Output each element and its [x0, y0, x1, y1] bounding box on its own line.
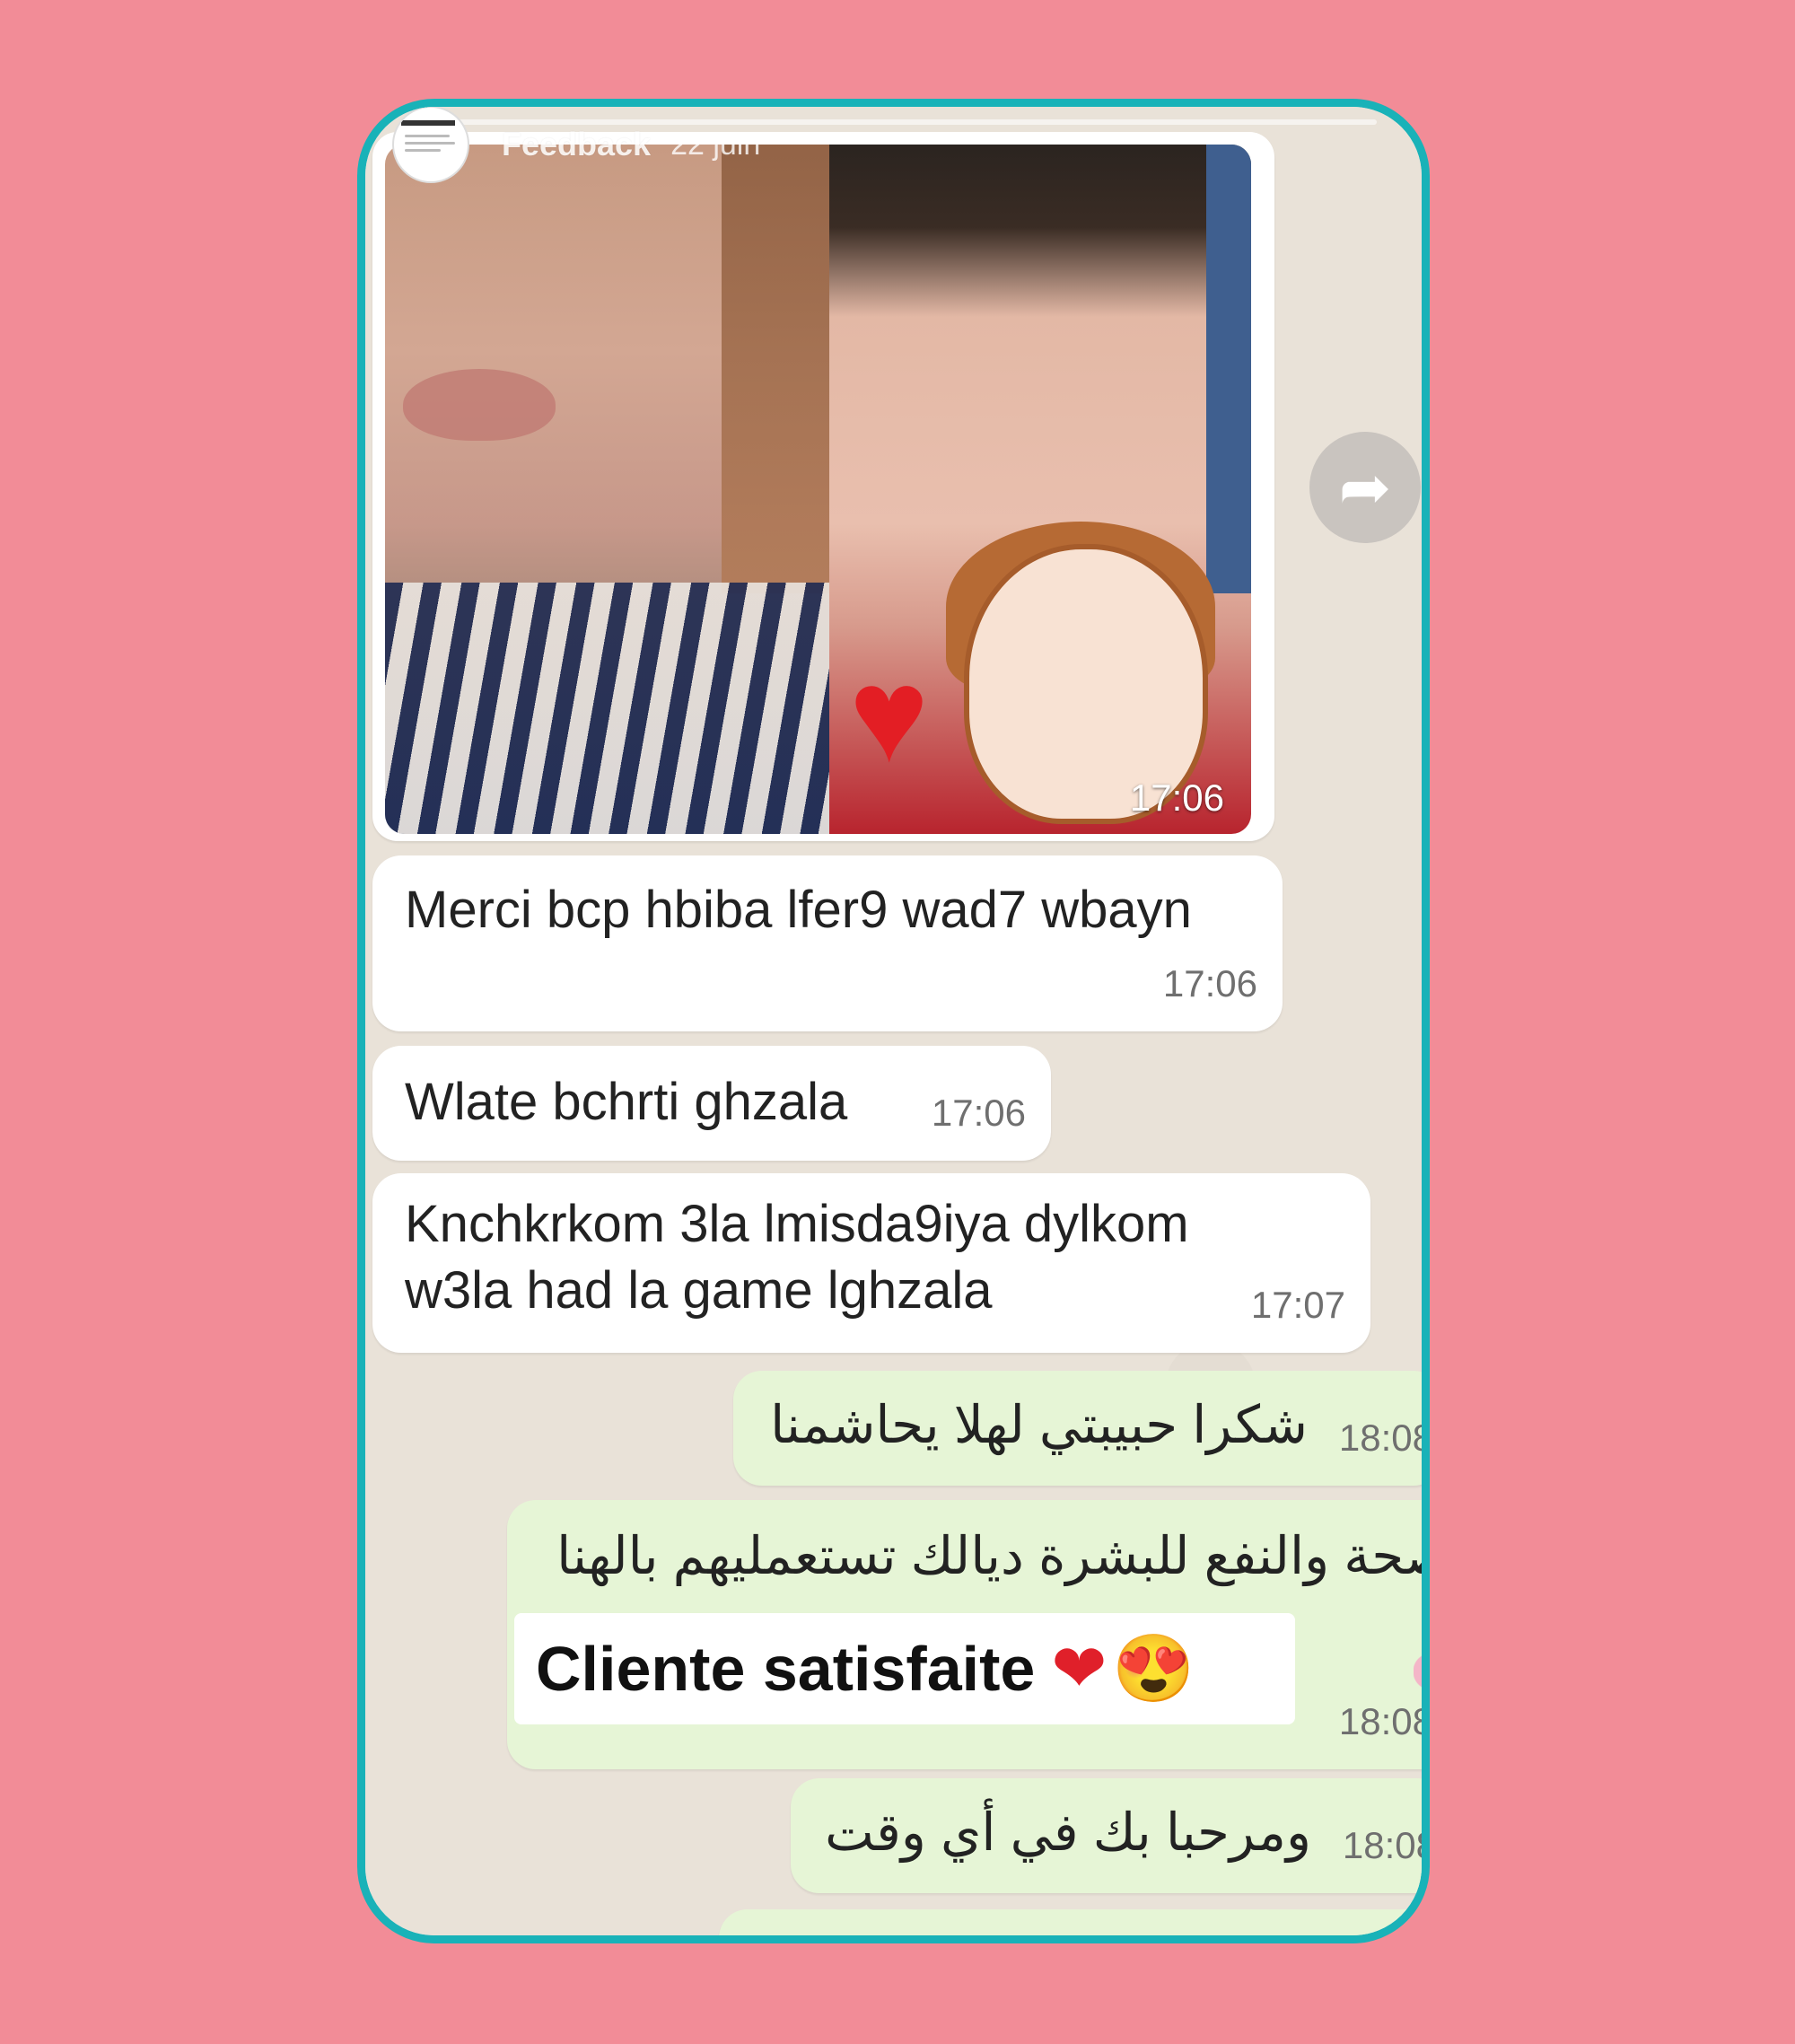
- message-time: 17:07: [1250, 1284, 1345, 1326]
- message-text-line2: w3la had la game lghzala: [405, 1261, 993, 1320]
- message-out-3[interactable]: ومرحبا بك في أي وقت 18:08: [791, 1778, 1430, 1893]
- message-in-3[interactable]: Knchkrkom 3la lmisda9iya dylkom w3la had…: [372, 1173, 1370, 1353]
- message-time: 18:08: [1342, 1824, 1430, 1866]
- message-time: 17:06: [1162, 962, 1257, 1004]
- message-text: شكرا حبيبتي لهلا يحاشمنا: [770, 1396, 1308, 1454]
- forward-arrow-icon[interactable]: ➦: [1309, 432, 1421, 543]
- after-photo[interactable]: ♥ 17:06: [829, 145, 1251, 834]
- message-time: 18:08: [1338, 1417, 1430, 1459]
- story-name: Feedback: [502, 126, 652, 162]
- red-heart-icon: ❤: [1051, 1631, 1108, 1706]
- story-frame: Feedback 22 juin ♥ 17:06 ➦ Merci bcp hbi…: [357, 99, 1430, 1943]
- message-in-2[interactable]: Wlate bchrti ghzala 17:06: [372, 1046, 1051, 1161]
- message-text: صحة والنفع للبشرة ديالك تستعمليهم بالهنا: [556, 1527, 1430, 1585]
- cliente-satisfaite-banner: Cliente satisfaite ❤ 😍: [514, 1613, 1295, 1724]
- banner-text: Cliente satisfaite: [536, 1634, 1036, 1704]
- message-text: Merci bcp hbiba lfer9 wad7 wbayn: [405, 881, 1192, 939]
- before-photo[interactable]: [385, 145, 829, 834]
- message-out-2[interactable]: صحة والنفع للبشرة ديالك تستعمليهم بالهنا…: [507, 1500, 1430, 1769]
- message-time: 18:08: [1338, 1700, 1430, 1742]
- story-date: 22 juin: [670, 127, 761, 162]
- message-out-4[interactable]: شكرا على ثقتك فينا: [719, 1909, 1422, 1935]
- message-in-1[interactable]: Merci bcp hbiba lfer9 wad7 wbayn 17:06: [372, 855, 1283, 1031]
- message-out-1[interactable]: شكرا حبيبتي لهلا يحاشمنا 18:08: [733, 1371, 1430, 1486]
- story-avatar[interactable]: [392, 107, 469, 183]
- image-message-bubble[interactable]: ♥ 17:06: [372, 132, 1274, 841]
- message-text: Wlate bchrti ghzala: [405, 1073, 848, 1131]
- message-text-line1: Knchkrkom 3la lmisda9iya dylkom: [405, 1195, 1189, 1253]
- image-message-time: 17:06: [1129, 776, 1224, 819]
- heart-eyes-emoji-icon: 😍: [1112, 1631, 1195, 1706]
- message-time: 17:06: [931, 1092, 1026, 1134]
- heart-sticker: ♥: [849, 639, 930, 790]
- message-text: شكرا على ثقتك فينا: [888, 1931, 1311, 1935]
- story-header: Feedback 22 juin: [392, 107, 761, 183]
- message-text: ومرحبا بك في أي وقت: [825, 1803, 1311, 1862]
